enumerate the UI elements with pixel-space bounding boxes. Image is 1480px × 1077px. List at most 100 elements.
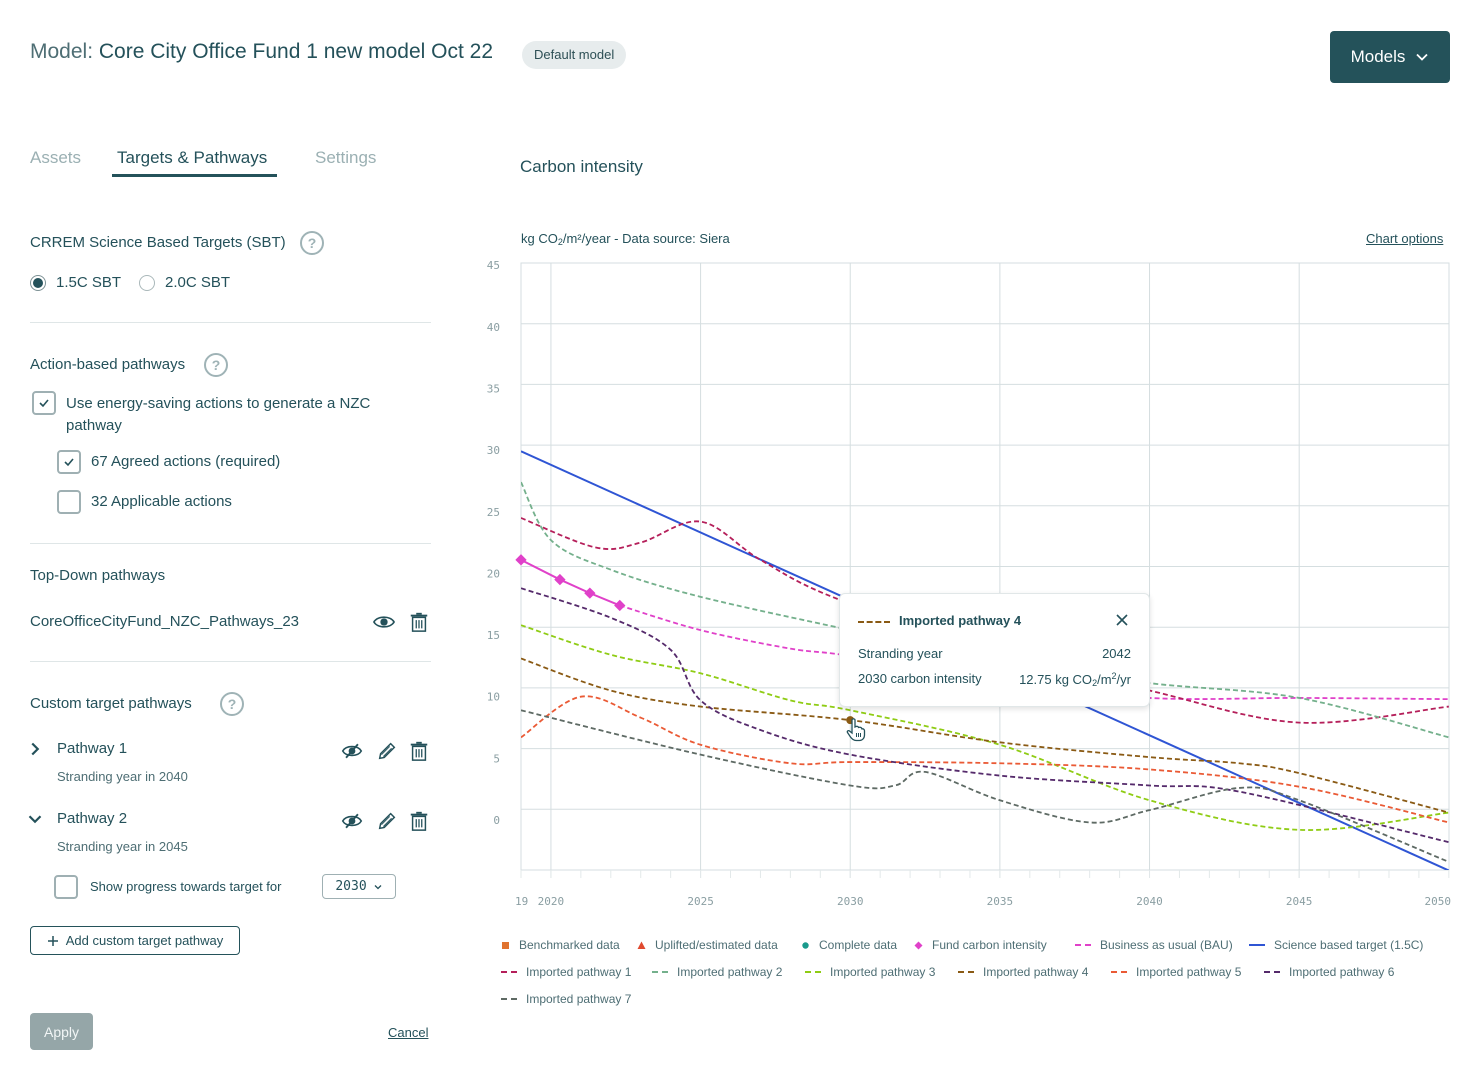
fund-data-point (614, 599, 626, 612)
add-custom-pathway-label: Add custom target pathway (65, 933, 224, 948)
y-tick-label: 45 (487, 259, 500, 272)
pathway-1-name[interactable]: Pathway 1 (57, 740, 127, 757)
chart-options-link[interactable]: Chart options (1366, 231, 1443, 246)
radio-1-5c[interactable]: 1.5C SBT (30, 274, 121, 291)
trash-icon[interactable] (407, 739, 431, 763)
x-tick-label: 2045 (1286, 895, 1313, 908)
top-down-label: Top-Down pathways (30, 567, 166, 584)
legend-item[interactable]: Imported pathway 2 (652, 965, 782, 979)
chevron-down-icon[interactable] (23, 807, 47, 831)
custom-pathways-help-icon[interactable]: ? (220, 692, 244, 716)
pencil-icon[interactable] (375, 809, 399, 833)
solid-line-swatch-icon (1249, 944, 1265, 946)
y-tick-label: 20 (487, 567, 500, 580)
trash-icon[interactable] (407, 809, 431, 833)
energy-actions-checkbox[interactable] (32, 391, 56, 415)
radio-button-selected[interactable] (30, 274, 46, 291)
legend-item[interactable]: Imported pathway 5 (1111, 965, 1241, 979)
applicable-actions-checkbox[interactable] (57, 490, 81, 514)
legend-item[interactable]: Benchmarked data (501, 938, 620, 952)
tab-settings[interactable]: Settings (315, 148, 376, 168)
default-model-badge: Default model (522, 41, 627, 69)
y-tick-label: 0 (493, 814, 500, 827)
legend-item[interactable]: Uplifted/estimated data (637, 938, 778, 952)
series-line-fund-carbon-intensity (521, 558, 621, 607)
radio-button[interactable] (139, 274, 155, 291)
chevron-right-icon[interactable] (23, 737, 47, 761)
tt-val-mid: /m (1097, 672, 1112, 687)
legend-label: Imported pathway 4 (983, 965, 1089, 979)
models-dropdown-button[interactable]: Models (1330, 31, 1450, 83)
series-tooltip: Imported pathway 4 Stranding year 2042 2… (839, 593, 1150, 707)
model-title: Model: Core City Office Fund 1 new model… (30, 40, 493, 64)
legend-label: Business as usual (BAU) (1100, 938, 1233, 952)
tab-targets-pathways[interactable]: Targets & Pathways (117, 148, 267, 168)
y-tick-label: 10 (487, 691, 500, 704)
sbt-help-icon[interactable]: ? (300, 231, 324, 255)
tooltip-series-swatch (858, 621, 890, 623)
chart-unit-label: kg CO2/m²/year - Data source: Siera (521, 231, 730, 247)
legend-label: Benchmarked data (519, 938, 620, 952)
legend-item[interactable]: Science based target (1.5C) (1249, 938, 1423, 952)
circle-marker-icon (802, 941, 809, 949)
action-based-help-icon[interactable]: ? (204, 353, 228, 377)
trash-icon[interactable] (407, 610, 431, 634)
dashed-line-swatch-icon (501, 971, 517, 973)
x-tick-label: 2050 (1425, 895, 1452, 908)
tab-assets[interactable]: Assets (30, 148, 81, 168)
y-tick-label: 5 (493, 752, 500, 765)
x-tick-label: 2020 (538, 895, 565, 908)
dashed-line-swatch-icon (501, 998, 517, 1000)
tooltip-intensity-value: 12.75 kg CO2/m2/yr (1019, 671, 1131, 688)
plot-frame (520, 262, 1450, 871)
checkmark-icon (39, 399, 49, 408)
apply-button[interactable]: Apply (30, 1013, 93, 1050)
checkmark-icon (64, 458, 74, 467)
legend-item[interactable]: Imported pathway 4 (958, 965, 1088, 979)
eye-icon[interactable] (372, 610, 396, 634)
cancel-link[interactable]: Cancel (388, 1025, 428, 1040)
pathway-1-stranding: Stranding year in 2040 (57, 769, 188, 784)
x-tick-label: 2035 (987, 895, 1014, 908)
sbt-label: CRREM Science Based Targets (SBT) (30, 234, 286, 251)
legend-item[interactable]: Imported pathway 6 (1264, 965, 1394, 979)
hand-cursor-icon (846, 718, 866, 742)
legend-item[interactable]: Imported pathway 7 (501, 992, 631, 1006)
legend-item[interactable]: Imported pathway 1 (501, 965, 631, 979)
eye-off-icon[interactable] (339, 739, 365, 763)
progress-year-value: 2030 (335, 879, 367, 894)
legend-item[interactable]: Business as usual (BAU) (1075, 938, 1233, 952)
legend-label: Imported pathway 1 (526, 965, 632, 979)
close-icon[interactable] (1114, 612, 1130, 628)
diamond-marker-icon (914, 941, 923, 949)
legend-item[interactable]: Fund carbon intensity (914, 938, 1047, 952)
chart-title: Carbon intensity (520, 157, 643, 176)
progress-year-select[interactable]: 2030 (322, 874, 396, 899)
show-progress-label: Show progress towards target for (90, 879, 282, 894)
legend-label: Science based target (1.5C) (1274, 938, 1424, 952)
divider (30, 543, 431, 544)
x-tick-label: 19 (515, 895, 528, 908)
pathway-2-name[interactable]: Pathway 2 (57, 810, 127, 827)
dashed-line-swatch-icon (958, 971, 974, 973)
add-custom-pathway-button[interactable]: Add custom target pathway (30, 926, 240, 955)
show-progress-checkbox[interactable] (54, 875, 78, 899)
legend-item[interactable]: Imported pathway 3 (805, 965, 935, 979)
tt-val-suffix: /yr (1116, 672, 1131, 687)
energy-actions-label-line2: pathway (66, 417, 122, 434)
dashed-line-swatch-icon (1264, 971, 1280, 973)
agreed-actions-checkbox[interactable] (57, 450, 81, 474)
y-tick-label: 35 (487, 382, 500, 395)
fund-data-point (584, 587, 596, 599)
x-tick-label: 2040 (1136, 895, 1163, 908)
legend-label: Complete data (819, 938, 898, 952)
dashed-line-swatch-icon (1111, 971, 1127, 973)
eye-off-icon[interactable] (339, 809, 365, 833)
legend-item[interactable]: Complete data (801, 938, 897, 952)
applicable-actions-label: 32 Applicable actions (91, 493, 232, 510)
fund-data-point (554, 573, 566, 586)
pencil-icon[interactable] (375, 739, 399, 763)
radio-2-0c[interactable]: 2.0C SBT (139, 274, 230, 291)
dashed-line-swatch-icon (1075, 944, 1091, 946)
y-tick-label: 15 (487, 629, 500, 642)
